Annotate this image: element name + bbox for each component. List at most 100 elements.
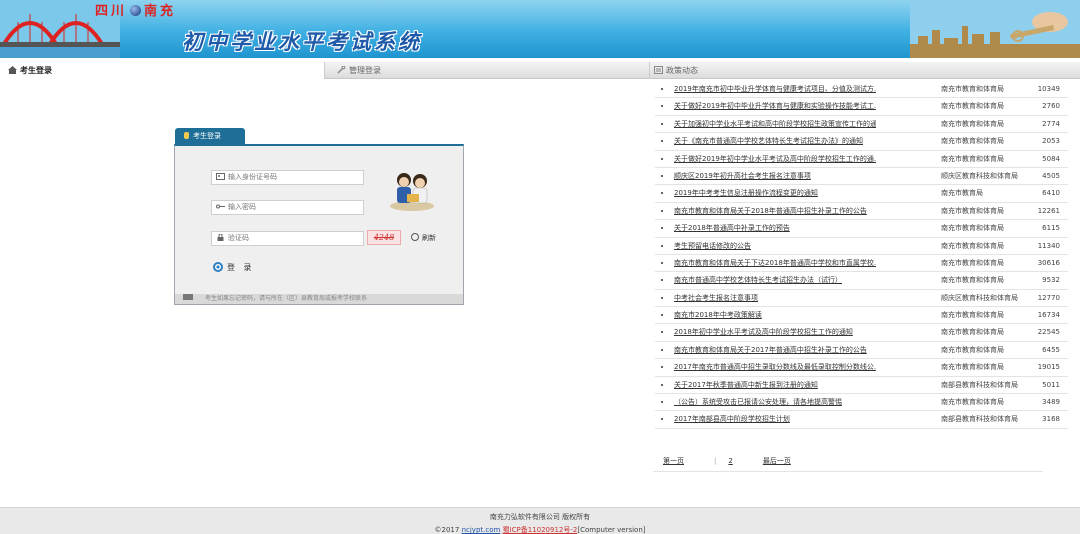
city-label: 南充 (144, 4, 177, 19)
news-title-link[interactable]: 2018年初中学业水平考试及高中阶段学校招生工作的通知 (674, 324, 876, 340)
news-department: 南充市教育和体育局 (941, 154, 1004, 163)
tab-student-login[interactable]: 考生登录 (0, 62, 325, 79)
footer-version: [Computer version] (577, 526, 646, 534)
news-view-count: 22545 (1037, 328, 1060, 337)
news-department: 南充市教育和体育局 (941, 398, 1004, 407)
last-page-link[interactable]: 最后一页 (763, 457, 791, 465)
news-title-link[interactable]: 南充市教育和体育局关于2017年普通高中招生补录工作的公告 (674, 342, 876, 358)
news-department: 南部县教育科技和体育局 (941, 380, 1018, 389)
tab-news[interactable]: 政策动态 (650, 62, 1080, 79)
refresh-captcha-button[interactable]: 刷新 (411, 233, 436, 243)
news-title-link[interactable]: 2019年中考考生信息注册操作流程变更的通知 (674, 185, 876, 201)
news-row: 2018年初中学业水平考试及高中阶段学校招生工作的通知 南充市教育和体育局 2254… (655, 324, 1068, 342)
news-view-count: 3489 (1042, 398, 1060, 407)
news-row: 顺庆区2019年初升高社会考生报名注意事项 顺庆区教育科技和体育局 4505 (655, 168, 1068, 186)
news-title-link[interactable]: （公告）系统受攻击已报请公安处理，请各地提高警惕 (674, 394, 876, 410)
news-view-count: 16734 (1037, 311, 1060, 320)
bullet-icon (661, 348, 663, 351)
news-view-count: 3168 (1042, 415, 1060, 424)
footer-icp-link[interactable]: 蜀ICP备11020912号-2 (503, 526, 578, 534)
news-row: 2019年南充市初中毕业升学体育与健康考试项目、分值及测试方... 南充市教育和体… (655, 81, 1068, 99)
skyline-illustration (910, 0, 1080, 58)
bullet-icon (661, 122, 663, 125)
refresh-icon (411, 233, 419, 241)
news-title-link[interactable]: 2019年南充市初中毕业升学体育与健康考试项目、分值及测试方... (674, 81, 876, 97)
bullet-icon (661, 279, 663, 282)
tab-news-label: 政策动态 (666, 66, 698, 75)
news-row: 南充市2018年中考政策解读 南充市教育和体育局 16734 (655, 307, 1068, 325)
footer-domain-link[interactable]: ncjypt.com (462, 526, 501, 534)
bullet-icon (661, 209, 663, 212)
pagination: 第一页 | 2 最后一页 (663, 456, 821, 466)
news-view-count: 2760 (1042, 102, 1060, 111)
news-view-count: 19015 (1037, 363, 1060, 372)
news-view-count: 9532 (1042, 276, 1060, 285)
news-title-link[interactable]: 南充市教育和体育局关于2018年普通高中招生补录工作的公告 (674, 203, 876, 219)
news-row: 关于做好2019年初中毕业升学体育与健康和实验操作技能考试工... 南充市教育和体… (655, 98, 1068, 116)
news-row: 南充市教育和体育局关于2017年普通高中招生补录工作的公告 南充市教育和体育局 64… (655, 342, 1068, 360)
login-button[interactable]: 登 录 (213, 262, 255, 273)
news-view-count: 5011 (1042, 380, 1060, 389)
news-title-link[interactable]: 关于2018年普通高中补录工作的预告 (674, 220, 876, 236)
key-icon (216, 204, 225, 209)
news-title-link[interactable]: 2017年南充市普通高中招生录取分数线及最低录取控制分数线公... (674, 359, 876, 375)
news-title-link[interactable]: 2017年南部县高中阶段学校招生计划 (674, 411, 876, 427)
id-number-input[interactable]: 输入身份证号码 (211, 170, 364, 185)
news-department: 南充市教育和体育局 (941, 119, 1004, 128)
bullet-icon (661, 418, 663, 421)
province-label: 四川 (95, 4, 128, 19)
bullet-icon (661, 227, 663, 230)
news-view-count: 2053 (1042, 137, 1060, 146)
news-department: 南充市教育和体育局 (941, 258, 1004, 267)
city-name: 四川 南充 (95, 0, 176, 19)
news-view-count: 12261 (1037, 206, 1060, 215)
news-title-link[interactable]: 中考社会考生报名注意事项 (674, 290, 876, 306)
news-row: 关于2017年秋季普通高中新生报到注册的通知 南部县教育科技和体育局 5011 (655, 377, 1068, 395)
captcha-input[interactable]: 验证码 (211, 231, 364, 246)
news-title-link[interactable]: 关于2017年秋季普通高中新生报到注册的通知 (674, 377, 876, 393)
footer-company: 南充力弘软件有限公司 版权所有 (489, 513, 591, 521)
key-icon (184, 132, 189, 139)
wrench-icon (337, 66, 346, 74)
news-title-link[interactable]: 关于做好2019年初中学业水平考试及高中阶段学校招生工作的通... (674, 151, 876, 167)
news-title-link[interactable]: 考生预留电话修改的公告 (674, 238, 876, 254)
news-title-link[interactable]: 关于加强初中学业水平考试和高中阶段学校招生政策宣传工作的通知 (674, 116, 876, 132)
bullet-icon (661, 314, 663, 317)
news-row: 南充市教育和体育局关于下达2018年普通高中学校和市直属学校... 南充市教育和体… (655, 255, 1068, 273)
password-input[interactable]: 输入密码 (211, 200, 364, 215)
news-title-link[interactable]: 关于《南充市普通高中学校艺体特长生考试招生办法》的通知 (674, 133, 876, 149)
news-department: 南充市教育和体育局 (941, 276, 1004, 285)
news-department: 南充市教育局 (941, 189, 983, 198)
news-view-count: 2774 (1042, 119, 1060, 128)
info-icon (183, 294, 193, 300)
news-title-link[interactable]: 关于做好2019年初中毕业升学体育与健康和实验操作技能考试工... (674, 98, 876, 114)
password-placeholder: 输入密码 (228, 203, 256, 211)
news-department: 南充市教育和体育局 (941, 137, 1004, 146)
news-department: 顺庆区教育科技和体育局 (941, 171, 1018, 180)
news-row: 中考社会考生报名注意事项 顺庆区教育科技和体育局 12770 (655, 290, 1068, 308)
news-department: 南充市教育和体育局 (941, 206, 1004, 215)
news-row: 关于《南充市普通高中学校艺体特长生考试招生办法》的通知 南充市教育和体育局 2053 (655, 133, 1068, 151)
globe-icon (130, 5, 142, 16)
login-icon (213, 262, 223, 272)
news-icon (654, 66, 663, 74)
news-department: 南充市教育和体育局 (941, 102, 1004, 111)
bullet-icon (661, 192, 663, 195)
bullet-icon (661, 383, 663, 386)
news-title-link[interactable]: 南充市普通高中学校艺体特长生考试招生办法（试行） (674, 272, 876, 288)
id-number-placeholder: 输入身份证号码 (228, 173, 277, 181)
news-view-count: 6115 (1042, 224, 1060, 233)
news-view-count: 10349 (1037, 85, 1060, 93)
news-view-count: 6455 (1042, 345, 1060, 354)
news-title-link[interactable]: 顺庆区2019年初升高社会考生报名注意事项 (674, 168, 876, 184)
bullet-icon (661, 157, 663, 160)
page-number-link[interactable]: 2 (728, 457, 732, 465)
tab-admin-login[interactable]: 管理登录 (325, 62, 650, 79)
news-row: 关于做好2019年初中学业水平考试及高中阶段学校招生工作的通... 南充市教育和体… (655, 151, 1068, 168)
news-title-link[interactable]: 南充市教育和体育局关于下达2018年普通高中学校和市直属学校... (674, 255, 876, 271)
news-department: 南充市教育和体育局 (941, 363, 1004, 372)
first-page-link[interactable]: 第一页 (663, 457, 684, 465)
news-title-link[interactable]: 南充市2018年中考政策解读 (674, 307, 876, 323)
students-illustration (390, 173, 434, 211)
captcha-image[interactable]: 4248 (367, 230, 401, 245)
